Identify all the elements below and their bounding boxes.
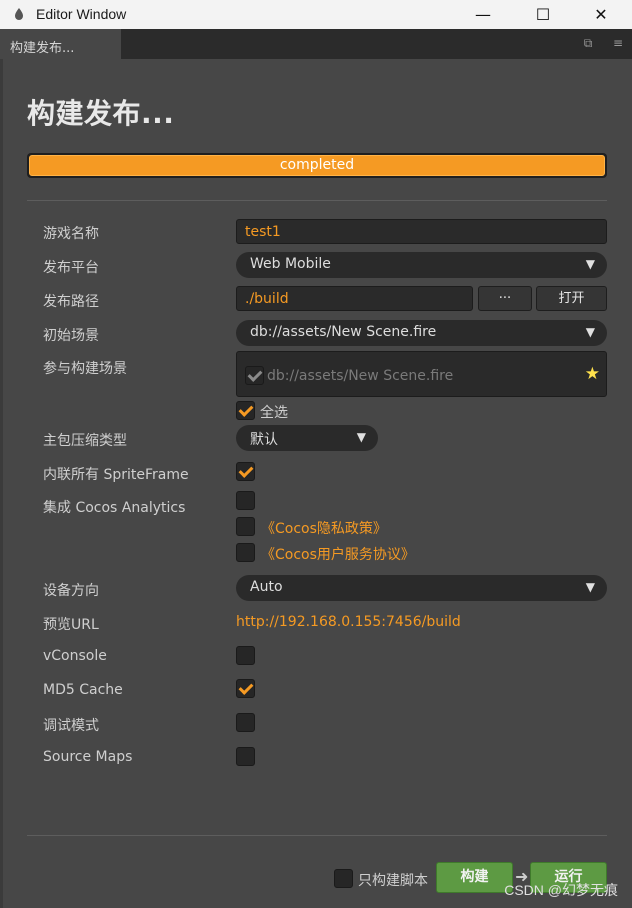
terms-link[interactable]: 《Cocos用户服务协议》 (261, 544, 415, 564)
source-maps-checkbox[interactable] (236, 747, 255, 766)
vconsole-checkbox[interactable] (236, 646, 255, 665)
platform-label: 发布平台 (43, 260, 99, 276)
compression-value: 默认 (250, 432, 278, 448)
progress-label: completed (279, 157, 355, 173)
build-path-label: 发布路径 (43, 294, 99, 310)
orientation-label: 设备方向 (43, 583, 99, 599)
title-bar: Editor Window — ☐ ✕ (0, 0, 632, 29)
watermark: CSDN @幻梦无痕 (504, 882, 618, 898)
tab-build[interactable]: 构建发布... (0, 29, 122, 59)
game-name-label: 游戏名称 (43, 226, 99, 242)
privacy-checkbox[interactable] (236, 517, 255, 536)
scene-path: db://assets/New Scene.fire (267, 368, 454, 384)
md5-cache-label: MD5 Cache (43, 682, 123, 698)
build-progress-bar: completed (27, 153, 607, 178)
page-title: 构建发布... (27, 97, 175, 130)
browse-button[interactable]: ··· (478, 286, 532, 311)
select-all-checkbox[interactable] (236, 401, 255, 420)
debug-mode-label: 调试模式 (43, 718, 99, 734)
divider-top (27, 200, 607, 201)
script-only-checkbox[interactable] (334, 869, 353, 888)
chevron-down-icon: ▼ (585, 257, 595, 271)
open-folder-button[interactable]: 打开 (536, 286, 607, 311)
chevron-down-icon: ▼ (585, 325, 595, 339)
analytics-checkbox[interactable] (236, 491, 255, 510)
platform-value: Web Mobile (250, 256, 331, 272)
scene-list: db://assets/New Scene.fire ★ (236, 351, 607, 397)
scene-checkbox[interactable] (245, 366, 264, 385)
script-only-label: 只构建脚本 (358, 873, 428, 889)
compression-select[interactable]: 默认 ▼ (236, 425, 378, 451)
maximize-button[interactable]: ☐ (520, 0, 566, 29)
start-scene-label: 初始场景 (43, 328, 99, 344)
source-maps-label: Source Maps (43, 749, 133, 765)
select-all-label: 全选 (260, 405, 288, 421)
chevron-down-icon: ▼ (585, 580, 595, 594)
privacy-policy-link[interactable]: 《Cocos隐私政策》 (261, 518, 387, 538)
start-scene-select[interactable]: db://assets/New Scene.fire ▼ (236, 320, 607, 346)
star-icon[interactable]: ★ (585, 364, 600, 384)
panel-menu-icon[interactable]: ≡ (610, 36, 626, 52)
restore-panel-icon[interactable]: ⧉ (580, 36, 596, 52)
terms-checkbox[interactable] (236, 543, 255, 562)
tab-bar: 构建发布... ⧉ ≡ (0, 29, 632, 59)
start-scene-value: db://assets/New Scene.fire (250, 324, 437, 340)
orientation-value: Auto (250, 579, 283, 595)
build-button[interactable]: 构建 (436, 862, 513, 893)
preview-url-label: 预览URL (43, 617, 99, 633)
build-path-input[interactable]: ./build (236, 286, 473, 311)
vconsole-label: vConsole (43, 648, 107, 664)
analytics-label: 集成 Cocos Analytics (43, 500, 186, 516)
inline-spriteframe-label: 内联所有 SpriteFrame (43, 467, 189, 483)
included-scenes-label: 参与构建场景 (43, 361, 127, 377)
platform-select[interactable]: Web Mobile ▼ (236, 252, 607, 278)
app-logo-icon (15, 8, 23, 20)
chevron-down-icon: ▼ (356, 430, 366, 444)
divider-bottom (27, 835, 607, 836)
compression-label: 主包压缩类型 (43, 433, 127, 449)
window-title: Editor Window (36, 6, 127, 22)
orientation-select[interactable]: Auto ▼ (236, 575, 607, 601)
build-panel: 构建发布... completed 游戏名称 test1 发布平台 Web Mo… (3, 59, 632, 908)
preview-url-link[interactable]: http://192.168.0.155:7456/build (236, 614, 461, 630)
inline-spriteframe-checkbox[interactable] (236, 462, 255, 481)
debug-mode-checkbox[interactable] (236, 713, 255, 732)
game-name-input[interactable]: test1 (236, 219, 607, 244)
md5-cache-checkbox[interactable] (236, 679, 255, 698)
minimize-button[interactable]: — (460, 0, 506, 29)
close-button[interactable]: ✕ (578, 0, 624, 29)
